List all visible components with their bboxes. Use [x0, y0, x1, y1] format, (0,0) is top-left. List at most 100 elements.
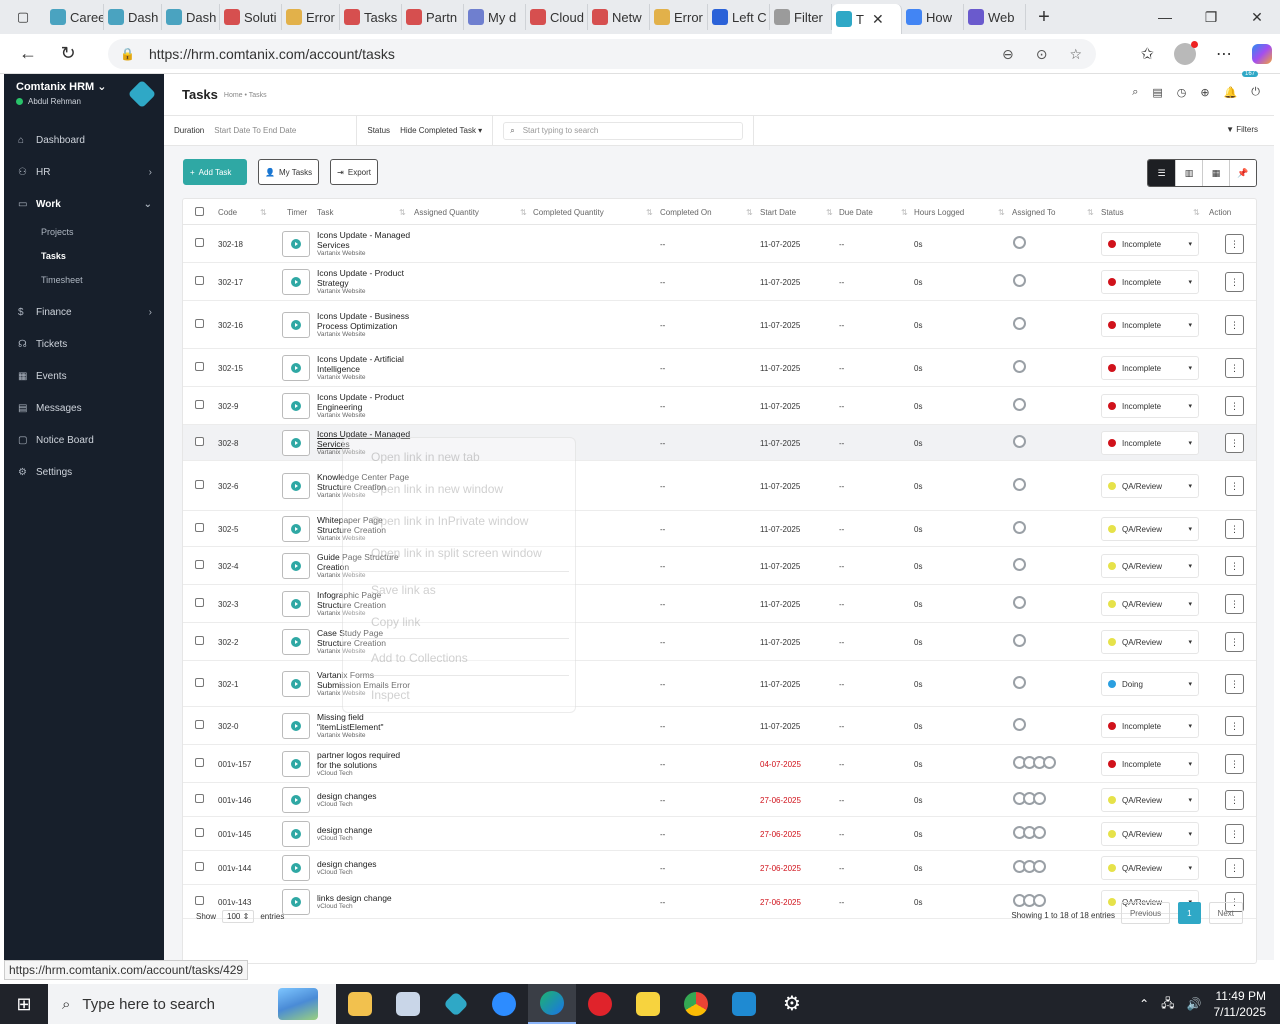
- vscode-icon[interactable]: [720, 984, 768, 1024]
- task-code[interactable]: 302-1: [218, 680, 238, 689]
- assignee-avatar[interactable]: [1013, 596, 1026, 609]
- project-name[interactable]: Vartanix Website: [317, 412, 412, 420]
- row-actions-button[interactable]: ⋮: [1225, 519, 1244, 539]
- task-name[interactable]: partner logos required for the solutions: [317, 750, 412, 770]
- row-actions-button[interactable]: ⋮: [1225, 824, 1244, 844]
- snipping-tool-icon[interactable]: [384, 984, 432, 1024]
- sort-icon[interactable]: ⇅: [1193, 208, 1200, 217]
- sidebar-item-tickets[interactable]: ☊ Tickets: [4, 328, 164, 360]
- project-name[interactable]: vCloud Tech: [317, 801, 412, 809]
- row-actions-button[interactable]: ⋮: [1225, 594, 1244, 614]
- assignee-avatar[interactable]: [1043, 756, 1056, 769]
- row-checkbox[interactable]: [195, 238, 204, 247]
- task-name[interactable]: design changes: [317, 791, 412, 801]
- search-icon[interactable]: ⌕: [1132, 86, 1138, 99]
- row-checkbox[interactable]: [195, 480, 204, 489]
- task-cell[interactable]: Missing field "itemListElement" Vartanix …: [317, 712, 412, 740]
- sidebar-subitem-tasks[interactable]: Tasks: [4, 244, 164, 268]
- sort-icon[interactable]: ⇅: [998, 208, 1005, 217]
- breadcrumb[interactable]: Home • Tasks: [224, 92, 267, 99]
- task-code[interactable]: 302-4: [218, 562, 238, 571]
- task-name[interactable]: Icons Update - Managed Services: [317, 230, 412, 250]
- more-tools-icon[interactable]: ⊙: [1036, 46, 1048, 63]
- page-size-select[interactable]: 100 ⇕: [222, 910, 255, 923]
- edge-icon[interactable]: [528, 984, 576, 1024]
- start-timer-button[interactable]: [282, 821, 310, 847]
- context-menu-item[interactable]: Open link in new window: [371, 482, 503, 496]
- row-actions-button[interactable]: ⋮: [1225, 790, 1244, 810]
- task-code[interactable]: 302-9: [218, 402, 238, 411]
- sidebar-subitem-timesheet[interactable]: Timesheet: [4, 268, 164, 292]
- status-select[interactable]: Incomplete ▾: [1101, 714, 1199, 738]
- task-name[interactable]: Icons Update - Business Process Optimiza…: [317, 311, 412, 331]
- assignee-avatar[interactable]: [1013, 558, 1026, 571]
- browser-tab[interactable]: Error: [282, 4, 340, 30]
- task-name[interactable]: Missing field "itemListElement": [317, 712, 412, 732]
- project-name[interactable]: vCloud Tech: [317, 770, 412, 778]
- start-timer-button[interactable]: [282, 430, 310, 456]
- assignee-avatar[interactable]: [1013, 718, 1026, 731]
- sort-icon[interactable]: ⇅: [826, 208, 833, 217]
- system-clock[interactable]: 11:49 PM 7/11/2025: [1214, 988, 1267, 1020]
- task-code[interactable]: 302-15: [218, 364, 243, 373]
- browser-tab[interactable]: How: [902, 4, 964, 30]
- browser-tab[interactable]: Left C: [708, 4, 770, 30]
- assignee-avatar[interactable]: [1033, 792, 1046, 805]
- status-select[interactable]: Incomplete ▾: [1101, 431, 1199, 455]
- assignees[interactable]: [1013, 596, 1026, 609]
- status-select[interactable]: QA/Review ▾: [1101, 474, 1199, 498]
- new-tab-button[interactable]: +: [1026, 6, 1062, 29]
- context-menu-item[interactable]: Add to Collections: [371, 651, 468, 665]
- assignees[interactable]: [1013, 478, 1026, 491]
- status-select[interactable]: Doing ▾: [1101, 672, 1199, 696]
- context-menu-item[interactable]: Copy link: [371, 615, 420, 629]
- sticky-notes-icon[interactable]: [624, 984, 672, 1024]
- row-checkbox[interactable]: [195, 758, 204, 767]
- task-cell[interactable]: design changes vCloud Tech: [317, 791, 412, 809]
- next-page-button[interactable]: Next: [1208, 902, 1243, 924]
- project-name[interactable]: Vartanix Website: [317, 732, 412, 740]
- sort-icon[interactable]: ⇅: [901, 208, 908, 217]
- row-checkbox[interactable]: [195, 720, 204, 729]
- row-actions-button[interactable]: ⋮: [1225, 476, 1244, 496]
- my-tasks-button[interactable]: 👤 My Tasks: [258, 159, 320, 185]
- assignee-avatar[interactable]: [1033, 860, 1046, 873]
- zoom-icon[interactable]: ⊖: [1002, 46, 1014, 63]
- task-code[interactable]: 302-6: [218, 482, 238, 491]
- column-header[interactable]: Start Date: [760, 208, 796, 217]
- row-checkbox[interactable]: [195, 319, 204, 328]
- row-checkbox[interactable]: [195, 276, 204, 285]
- context-menu-item[interactable]: Open link in new tab: [371, 450, 480, 464]
- status-select[interactable]: QA/Review ▾: [1101, 822, 1199, 846]
- assignees[interactable]: [1013, 236, 1026, 249]
- column-header[interactable]: Hours Logged: [914, 208, 964, 217]
- row-actions-button[interactable]: ⋮: [1225, 433, 1244, 453]
- row-checkbox[interactable]: [195, 678, 204, 687]
- status-select[interactable]: QA/Review ▾: [1101, 788, 1199, 812]
- status-select[interactable]: QA/Review ▾: [1101, 630, 1199, 654]
- task-code[interactable]: 302-17: [218, 278, 243, 287]
- column-header[interactable]: Assigned Quantity: [414, 208, 479, 217]
- task-code[interactable]: 302-16: [218, 321, 243, 330]
- start-timer-button[interactable]: [282, 355, 310, 381]
- start-timer-button[interactable]: [282, 855, 310, 881]
- sort-icon[interactable]: ⇅: [1087, 208, 1094, 217]
- task-name[interactable]: design changes: [317, 859, 412, 869]
- sort-icon[interactable]: ⇅: [646, 208, 653, 217]
- status-select[interactable]: Incomplete ▾: [1101, 356, 1199, 380]
- start-timer-button[interactable]: [282, 516, 310, 542]
- row-actions-button[interactable]: ⋮: [1225, 632, 1244, 652]
- taskbar-search[interactable]: ⌕ Type here to search: [48, 984, 336, 1024]
- row-checkbox[interactable]: [195, 437, 204, 446]
- task-name[interactable]: design change: [317, 825, 412, 835]
- hrm-app-icon[interactable]: [432, 984, 480, 1024]
- browser-tab[interactable]: Caree: [46, 4, 104, 30]
- clock-icon[interactable]: ◷: [1177, 86, 1187, 99]
- row-actions-button[interactable]: ⋮: [1225, 754, 1244, 774]
- profile-avatar[interactable]: [1174, 41, 1198, 65]
- sidebar-subitem-projects[interactable]: Projects: [4, 220, 164, 244]
- assignees[interactable]: [1013, 860, 1046, 873]
- chevron-up-icon[interactable]: ⌃: [1139, 997, 1149, 1011]
- copilot-icon[interactable]: [1252, 44, 1272, 64]
- browser-tab[interactable]: Soluti: [220, 4, 282, 30]
